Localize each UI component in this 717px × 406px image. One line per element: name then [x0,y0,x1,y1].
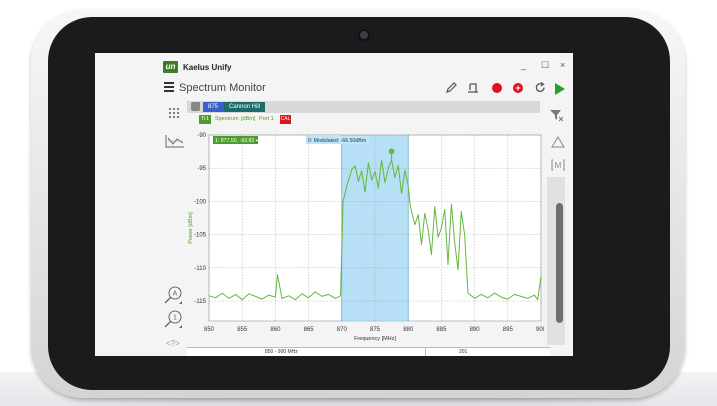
maximize-button[interactable]: ☐ [541,60,549,71]
x-tick-label: 855 [237,327,248,333]
export-icon[interactable] [467,81,480,94]
trace-chip-site[interactable]: Cannon Hill [224,102,266,112]
marker-readout-label: 1: 877.50, -93.83 ➡ [215,138,261,144]
zoom-auto-label: A [173,291,178,298]
x-tick-label: 895 [503,327,514,333]
camera-lens [360,31,368,39]
scroll-thumb[interactable] [556,203,563,323]
app-title: Kaelus Unify [183,63,232,72]
trace-badge[interactable]: Tr1 [199,115,211,124]
trace-units: [dBm] [241,116,256,122]
zoom-one-label: 1 [173,315,177,322]
view-title: Spectrum Monitor [179,82,266,94]
add-icon[interactable]: + [513,83,523,93]
refresh-icon[interactable] [534,81,547,94]
app-logo: un [163,61,178,73]
x-tick-label: 865 [304,327,315,333]
y-tick-label: -95 [197,166,206,172]
x-tick-label: 890 [470,327,481,333]
grid-icon[interactable] [168,107,180,119]
tag-icon[interactable] [191,102,200,111]
record-icon[interactable] [492,83,502,93]
pencil-icon[interactable] [445,81,458,94]
trace-port: Port 1 [259,116,274,122]
footer-separator [425,347,426,356]
help-icon[interactable]: <?> [166,339,180,348]
y-tick-label: -115 [194,299,206,305]
x-tick-label: 880 [403,327,414,333]
x-tick-label: 875 [370,327,381,333]
peak-icon[interactable]: M [551,159,565,171]
close-button[interactable]: × [560,60,565,70]
play-icon[interactable] [555,83,565,95]
x-tick-label: 860 [270,327,281,333]
peak-label: M [555,161,562,170]
y-tick-label: -100 [194,199,207,205]
x-axis-label: Frequency [MHz] [354,336,396,342]
app-screen: un Kaelus Unify _ ☐ × Spectrum Monitor +… [95,53,573,356]
footer-value: 201 [459,349,468,355]
minimize-button[interactable]: _ [521,60,526,70]
marker-point [388,148,395,155]
x-tick-label: 850 [204,327,215,333]
y-tick-label: -110 [194,266,206,272]
spectrum-chart[interactable]: 850 855 860 865 870 875 880 885 890 895 900 -90 -95 -… [179,125,544,345]
delta-icon[interactable] [551,136,565,148]
y-tick-label: -90 [197,133,206,139]
footer-band: 850 - 900 MHz [265,349,298,355]
x-tick-label: 870 [337,327,348,333]
trace-mode: Spectrum [215,116,239,122]
cal-badge: CAL [280,115,291,124]
y-tick-label: -105 [194,233,207,239]
status-footer [187,347,550,356]
band-readout-label: 0: Modulated: -66.50dBm [308,138,366,144]
menu-icon[interactable] [164,82,174,92]
x-tick-label: 900 [536,327,544,333]
x-tick-label: 885 [436,327,447,333]
marker-filter-icon[interactable] [549,108,565,122]
y-axis-label: Power [dBm] [188,212,194,244]
